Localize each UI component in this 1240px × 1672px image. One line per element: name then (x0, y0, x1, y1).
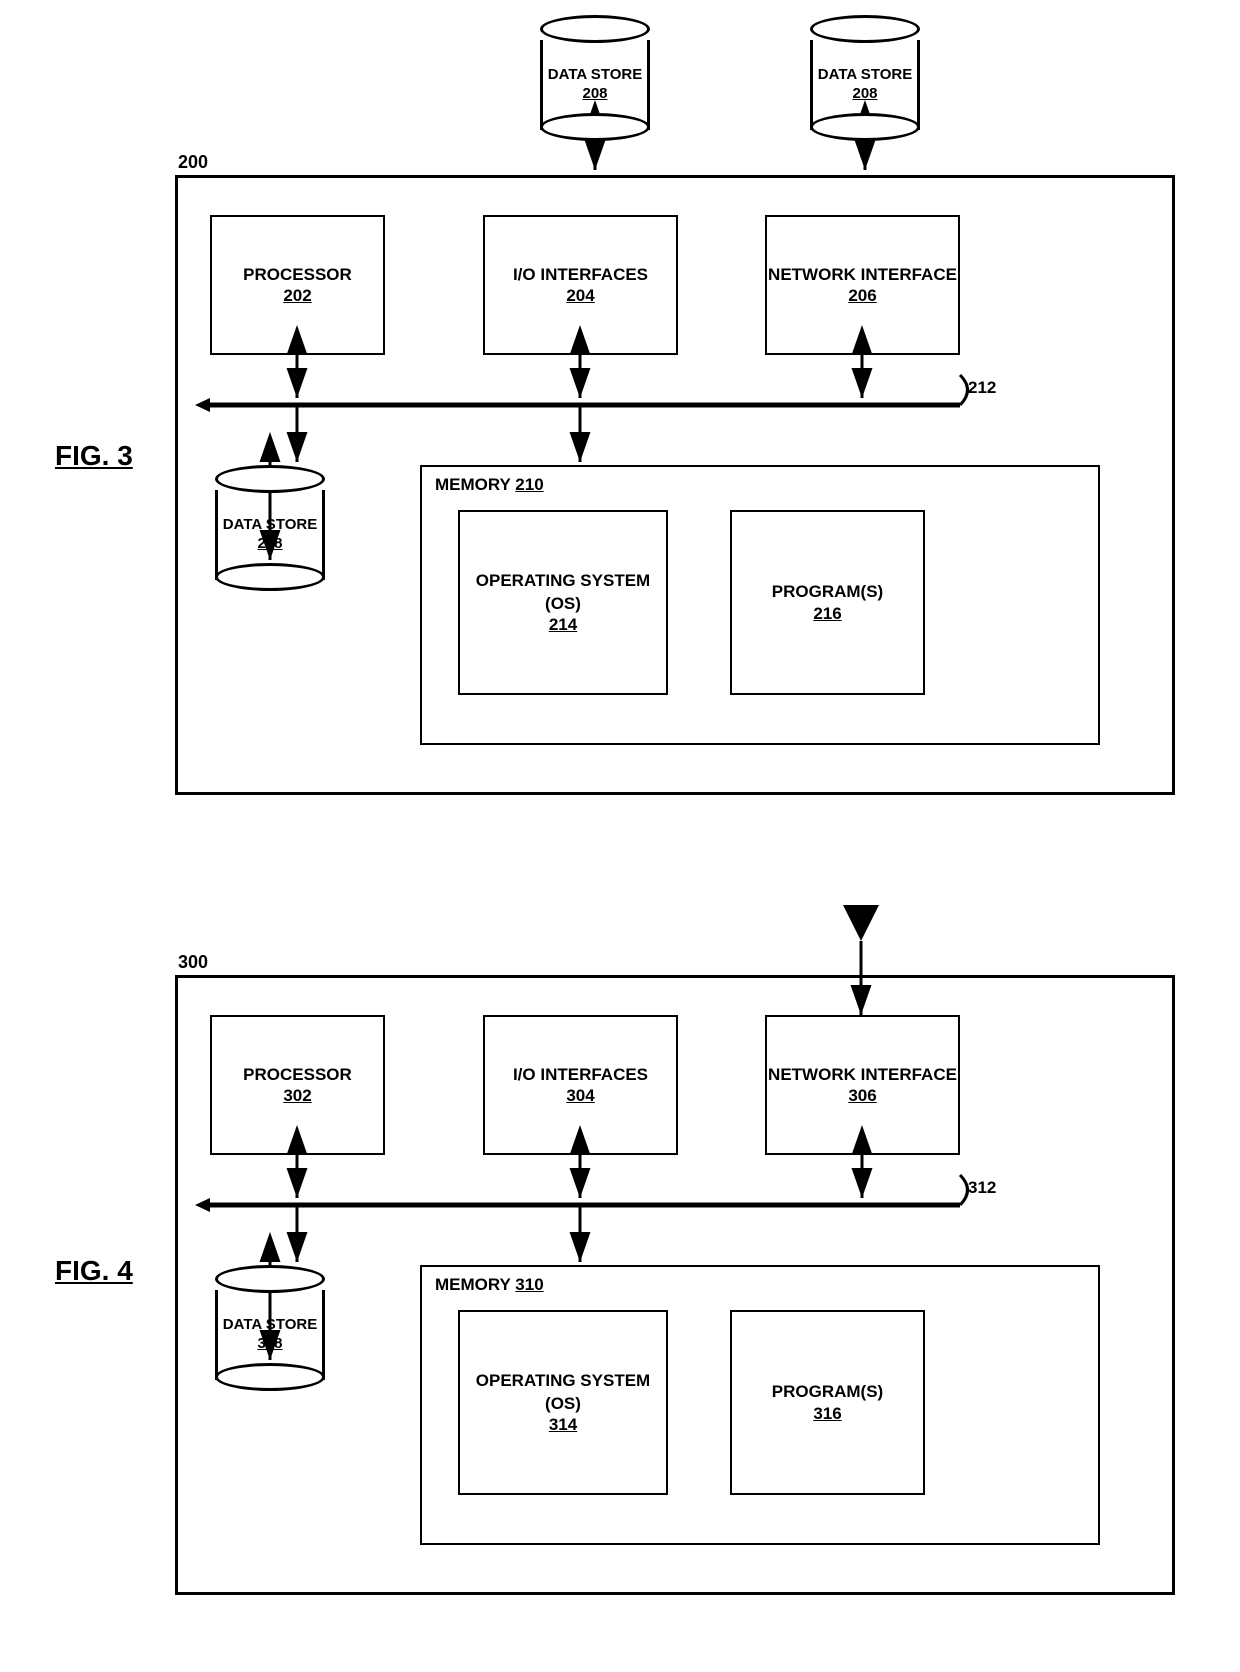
fig3-programs-box: PROGRAM(S) 216 (730, 510, 925, 695)
fig4-box-label: 300 (178, 952, 208, 973)
fig4-io-box: I/O INTERFACES 304 (483, 1015, 678, 1155)
fig3-datastore-top1: DATA STORE 208 (540, 15, 650, 130)
page: FIG. 3 FIG. 4 200 PROCESSOR 202 I/O INTE… (0, 0, 1240, 1672)
fig3-box-label: 200 (178, 152, 208, 173)
fig4-os-box: OPERATING SYSTEM (OS) 314 (458, 1310, 668, 1495)
fig3-datastore-bottom: DATA STORE 208 (215, 465, 325, 580)
fig3-label: FIG. 3 (55, 440, 133, 472)
fig3-processor-box: PROCESSOR 202 (210, 215, 385, 355)
fig4-datastore-bottom: DATA STORE 308 (215, 1265, 325, 1380)
fig4-label: FIG. 4 (55, 1255, 133, 1287)
fig3-network-box: NETWORK INTERFACE 206 (765, 215, 960, 355)
fig3-io-box: I/O INTERFACES 204 (483, 215, 678, 355)
fig4-antenna (843, 905, 879, 941)
fig3-datastore-top2: DATA STORE 208 (810, 15, 920, 130)
fig4-memory-label: MEMORY 310 (435, 1275, 544, 1295)
fig3-bus-label: 212 (968, 378, 996, 398)
fig4-bus-label: 312 (968, 1178, 996, 1198)
fig4-programs-box: PROGRAM(S) 316 (730, 1310, 925, 1495)
fig4-processor-box: PROCESSOR 302 (210, 1015, 385, 1155)
fig3-memory-label: MEMORY 210 (435, 475, 544, 495)
fig4-network-box: NETWORK INTERFACE 306 (765, 1015, 960, 1155)
fig3-os-box: OPERATING SYSTEM (OS) 214 (458, 510, 668, 695)
